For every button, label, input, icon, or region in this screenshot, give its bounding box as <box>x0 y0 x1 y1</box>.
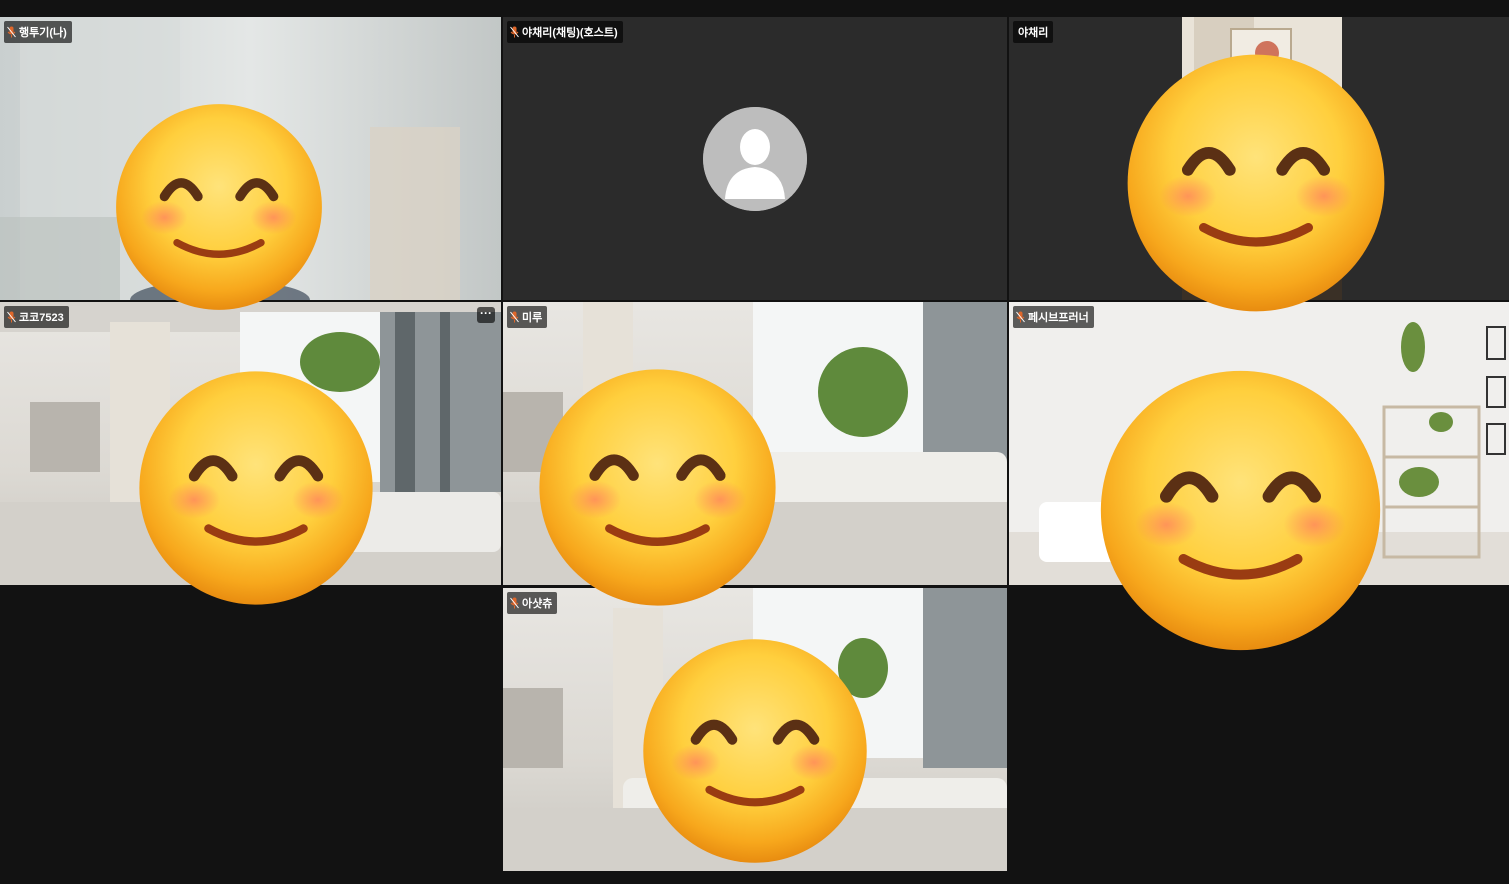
participant-tile-host[interactable]: 야채리(채팅)(호스트) <box>503 17 1007 300</box>
participant-name-tag: 행투기(나) <box>4 21 72 43</box>
smiling-face-emoji-icon <box>1127 54 1385 312</box>
participant-name: 페시브프러너 <box>1028 312 1089 324</box>
participant-name-tag: 미루 <box>507 306 548 328</box>
muted-mic-icon <box>7 311 16 323</box>
more-options-icon[interactable]: ··· <box>477 307 495 323</box>
participant-name-tag: 야채리(채팅)(호스트) <box>507 21 623 43</box>
participant-name: 행투기(나) <box>19 27 67 39</box>
participant-name-tag: 코코7523 <box>4 306 69 328</box>
participant-name-tag: 페시브프러너 <box>1013 306 1094 328</box>
default-avatar-icon <box>703 106 807 211</box>
muted-mic-icon <box>510 26 519 38</box>
smiling-face-emoji-icon <box>1100 370 1381 651</box>
muted-mic-icon <box>1016 311 1025 323</box>
participant-name: 야채리(채팅)(호스트) <box>522 27 618 39</box>
participant-name: 미루 <box>522 312 543 324</box>
participant-name-tag: 야채리 <box>1013 21 1054 43</box>
smiling-face-emoji-icon <box>139 371 373 605</box>
muted-mic-icon <box>510 597 519 609</box>
smiling-face-emoji-icon <box>539 369 776 606</box>
video-gallery: 행투기(나) 야채리(채팅)(호스트) 야채리 코코7523 ··· 미루 페시… <box>0 0 1509 884</box>
smiling-face-emoji-icon <box>116 104 322 310</box>
muted-mic-icon <box>7 26 16 38</box>
smiling-face-emoji-icon <box>643 639 867 863</box>
participant-name: 야채리 <box>1018 27 1049 39</box>
muted-mic-icon <box>510 311 519 323</box>
participant-name: 코코7523 <box>19 312 64 324</box>
